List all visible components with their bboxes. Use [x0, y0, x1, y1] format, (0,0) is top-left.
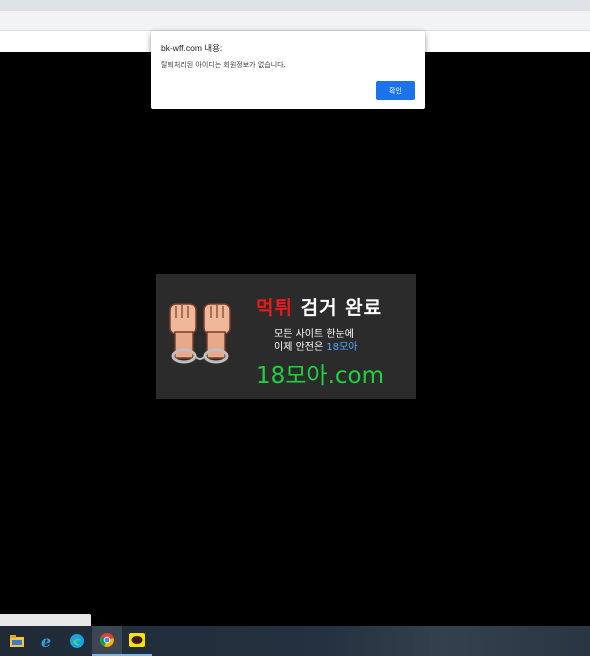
dialog-title: bk-wff.com 내용:	[161, 43, 223, 53]
promo-banner[interactable]: 먹튀 검거 완료 모든 사이트 한눈에 이제 안전은 18모아 18모아.com	[156, 274, 416, 399]
taskbar-kakaotalk[interactable]	[122, 626, 152, 656]
taskbar-internet-explorer[interactable]: e	[32, 626, 62, 656]
banner-domain: 18모아.com	[256, 363, 385, 389]
taskbar-file-explorer[interactable]	[2, 626, 32, 656]
svg-text:e: e	[41, 633, 51, 649]
banner-title-white: 검거 완료	[292, 297, 383, 319]
chrome-icon	[99, 633, 114, 647]
handcuffed-fists-icon	[169, 303, 231, 364]
browser-address-bar[interactable]	[0, 11, 590, 31]
internet-explorer-icon: e	[41, 633, 51, 649]
taskbar-edge[interactable]	[62, 626, 92, 656]
banner-title: 먹튀 검거 완료	[256, 293, 382, 320]
browser-tab-strip	[0, 0, 590, 11]
taskbar: e	[0, 626, 590, 656]
kakaotalk-icon	[129, 633, 145, 647]
banner-line-2-highlight: 18모아	[326, 342, 358, 353]
dialog-ok-button[interactable]: 확인	[376, 81, 415, 100]
taskbar-chrome[interactable]	[92, 626, 122, 656]
dialog-message: 탈퇴처리된 아이디는 회원정보가 없습니다.	[161, 61, 286, 69]
alert-dialog: bk-wff.com 내용: 탈퇴처리된 아이디는 회원정보가 없습니다. 확인	[151, 31, 425, 109]
banner-title-red: 먹튀	[256, 297, 293, 319]
download-bar[interactable]	[0, 614, 91, 626]
banner-line-2: 이제 안전은 18모아	[274, 338, 357, 353]
file-explorer-icon	[10, 635, 24, 647]
banner-line-2-prefix: 이제 안전은	[274, 342, 327, 353]
edge-icon	[70, 634, 84, 648]
